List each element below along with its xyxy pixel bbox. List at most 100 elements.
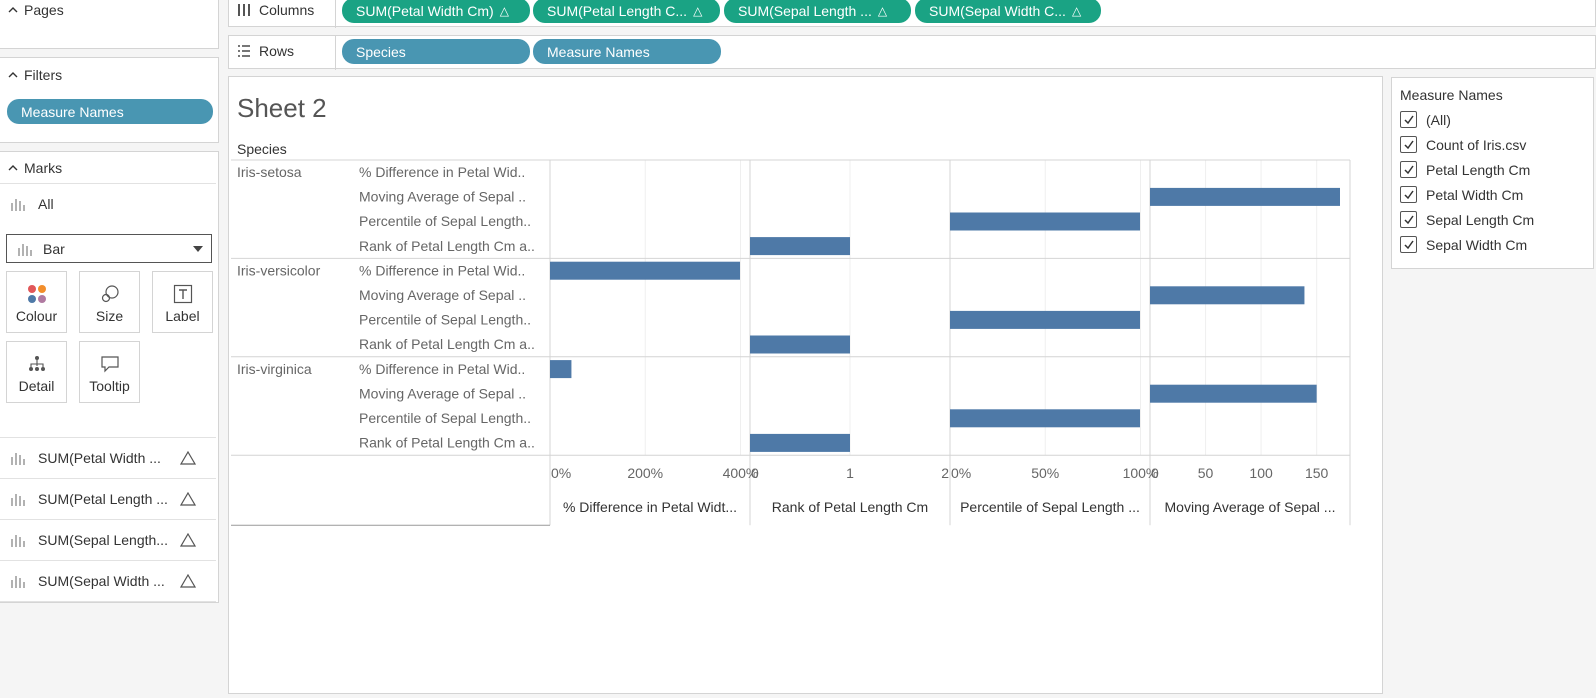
shelf-divider — [335, 0, 336, 28]
legend-item-label: Petal Width Cm — [1426, 186, 1524, 203]
axis-tick-label: 2 — [941, 465, 949, 481]
text-label-icon — [173, 284, 192, 304]
pill-label: SUM(Petal Length C... — [547, 2, 688, 19]
legend-item-label: Sepal Width Cm — [1426, 236, 1528, 253]
tableau-workspace: Pages Filters Measure Names Marks All Ba… — [0, 0, 1596, 698]
column-pill-petal-width[interactable]: SUM(Petal Width Cm) △ — [342, 0, 530, 23]
measure-card-label: SUM(Petal Width ... — [38, 450, 161, 466]
checkbox-checked-icon[interactable] — [1400, 111, 1417, 128]
filters-header[interactable]: Filters — [8, 67, 62, 83]
legend-item-sepal-length[interactable]: Sepal Length Cm — [1400, 211, 1534, 228]
sheet-view: Sheet 2 Species Iris-setosa% Difference i… — [228, 76, 1383, 694]
detail-label: Detail — [18, 378, 55, 394]
filter-pill-measure-names[interactable]: Measure Names — [7, 99, 213, 124]
pill-label: SUM(Petal Width Cm) — [356, 2, 494, 19]
marks-header[interactable]: Marks — [8, 160, 62, 176]
bar — [750, 237, 850, 256]
pages-header[interactable]: Pages — [8, 2, 64, 18]
legend-item-sepal-width[interactable]: Sepal Width Cm — [1400, 236, 1527, 253]
bar — [950, 310, 1140, 329]
detail-button[interactable]: Detail — [6, 341, 67, 403]
tooltip-button[interactable]: Tooltip — [79, 341, 140, 403]
row-pill-measure-names[interactable]: Measure Names — [533, 39, 721, 64]
legend-item-count[interactable]: Count of Iris.csv — [1400, 136, 1526, 153]
shelf-divider — [335, 36, 336, 70]
bar — [750, 335, 850, 354]
legend-item-label: Petal Length Cm — [1426, 161, 1531, 178]
axis-tick-label: 1 — [846, 465, 854, 481]
mark-type-value: Bar — [43, 240, 65, 257]
legend-item-petal-width[interactable]: Petal Width Cm — [1400, 186, 1523, 203]
checkbox-checked-icon[interactable] — [1400, 136, 1417, 153]
column-pill-sepal-width[interactable]: SUM(Sepal Width C... △ — [915, 0, 1101, 23]
colour-icon — [27, 285, 46, 303]
colour-button[interactable]: Colour — [6, 271, 67, 333]
mark-type-dropdown[interactable]: Bar — [6, 234, 212, 263]
pill-label: SUM(Sepal Width C... — [929, 2, 1066, 19]
bar — [1150, 187, 1340, 206]
axis-tick-label: 150 — [1305, 465, 1329, 481]
size-button[interactable]: Size — [79, 271, 140, 333]
measure-card-petal-length[interactable]: SUM(Petal Length ... — [0, 478, 216, 519]
measure-label: Rank of Petal Length Cm a.. — [359, 238, 535, 254]
delta-icon — [180, 533, 196, 547]
filters-card: Filters Measure Names — [0, 57, 219, 143]
bar — [550, 261, 740, 280]
measure-label: Moving Average of Sepal .. — [359, 385, 526, 401]
legend-item-all[interactable]: (All) — [1400, 111, 1451, 128]
checkbox-checked-icon[interactable] — [1400, 236, 1417, 253]
measure-card-sepal-width[interactable]: SUM(Sepal Width ... — [0, 560, 216, 602]
axis-title: % Difference in Petal Widt... — [563, 499, 737, 515]
column-pill-petal-length[interactable]: SUM(Petal Length C... △ — [533, 0, 720, 23]
row-pill-species[interactable]: Species — [342, 39, 530, 64]
tooltip-icon — [100, 356, 119, 373]
measure-card-label: SUM(Sepal Width ... — [38, 573, 165, 589]
axis-tick-label: 0 — [1151, 465, 1159, 481]
legend-item-label: (All) — [1426, 111, 1451, 128]
bar — [1150, 286, 1305, 305]
chevron-up-icon — [8, 72, 18, 78]
axis-tick-label: 100 — [1249, 465, 1273, 481]
marks-label: Marks — [24, 160, 63, 176]
checkbox-checked-icon[interactable] — [1400, 211, 1417, 228]
columns-icon — [238, 4, 250, 16]
axis-tick-label: 0% — [551, 465, 571, 481]
label-button[interactable]: Label — [152, 271, 213, 333]
axis-tick-label: 0% — [951, 465, 971, 481]
colour-label: Colour — [15, 308, 58, 324]
legend-item-petal-length[interactable]: Petal Length Cm — [1400, 161, 1530, 178]
checkbox-checked-icon[interactable] — [1400, 161, 1417, 178]
bar — [950, 212, 1140, 231]
chevron-up-icon — [8, 165, 18, 171]
columns-shelf-label: Columns — [237, 2, 314, 18]
column-pill-sepal-length[interactable]: SUM(Sepal Length ... △ — [724, 0, 911, 23]
pill-label: Measure Names — [547, 43, 650, 60]
measure-label: Rank of Petal Length Cm a.. — [359, 435, 535, 451]
delta-icon: △ — [693, 3, 703, 18]
delta-icon: △ — [499, 3, 509, 18]
chevron-up-icon — [8, 7, 18, 13]
measure-card-label: SUM(Petal Length ... — [38, 491, 168, 507]
delta-icon: △ — [877, 3, 888, 18]
marks-all-row[interactable]: All — [0, 183, 216, 223]
chevron-down-icon — [193, 246, 203, 252]
bar — [950, 409, 1140, 428]
delta-icon: △ — [1071, 3, 1082, 18]
species-label: Iris-setosa — [237, 164, 302, 180]
rows-label-text: Rows — [259, 43, 295, 59]
size-icon — [101, 285, 119, 303]
size-label: Size — [95, 308, 124, 324]
delta-icon — [180, 574, 196, 588]
bar-chart-icon — [18, 243, 32, 256]
checkbox-checked-icon[interactable] — [1400, 186, 1417, 203]
pill-label: SUM(Sepal Length ... — [738, 2, 872, 19]
tooltip-label: Tooltip — [89, 378, 130, 394]
pages-label: Pages — [24, 2, 64, 18]
bar-chart-icon — [11, 494, 25, 506]
legend-item-label: Count of Iris.csv — [1426, 136, 1527, 153]
measure-card-sepal-length[interactable]: SUM(Sepal Length... — [0, 519, 216, 560]
rows-shelf-label: Rows — [237, 43, 294, 59]
measure-card-petal-width[interactable]: SUM(Petal Width ... — [0, 437, 216, 478]
measure-card-label: SUM(Sepal Length... — [38, 532, 168, 548]
species-label: Iris-versicolor — [237, 262, 321, 278]
